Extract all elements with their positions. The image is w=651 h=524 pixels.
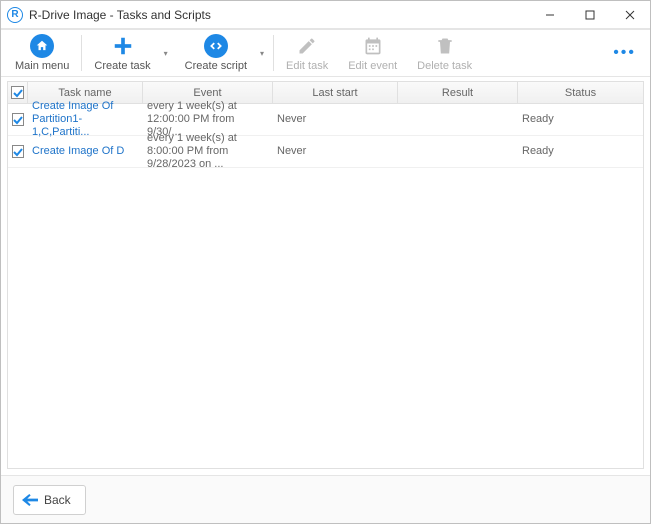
row-status: Ready: [518, 145, 643, 158]
row-status: Ready: [518, 113, 643, 126]
header-result[interactable]: Result: [398, 82, 518, 103]
row-event: every 1 week(s) at 8:00:00 PM from 9/28/…: [143, 132, 273, 171]
plus-icon: [112, 34, 134, 58]
create-task-label: Create task: [94, 60, 150, 72]
minimize-button[interactable]: [530, 1, 570, 28]
row-last: Never: [273, 145, 398, 158]
back-label: Back: [44, 493, 71, 507]
delete-task-label: Delete task: [417, 60, 472, 72]
calendar-icon: [363, 34, 383, 58]
create-task-button[interactable]: Create task: [84, 30, 160, 76]
edit-task-label: Edit task: [286, 60, 328, 72]
header-status[interactable]: Status: [518, 82, 643, 103]
footer: Back: [1, 475, 650, 523]
row-check[interactable]: [8, 113, 28, 126]
separator: [273, 35, 274, 71]
header-check[interactable]: [8, 82, 28, 103]
tasks-grid[interactable]: Task name Event Last start Result Status…: [7, 81, 644, 469]
more-button[interactable]: •••: [603, 44, 646, 62]
delete-task-button[interactable]: Delete task: [407, 30, 482, 76]
pencil-icon: [297, 34, 317, 58]
check-icon: [11, 86, 24, 99]
row-name[interactable]: Create Image Of D: [28, 145, 143, 158]
maximize-button[interactable]: [570, 1, 610, 28]
create-script-dropdown[interactable]: ▾: [257, 49, 267, 58]
home-icon: [30, 34, 54, 58]
row-name[interactable]: Create Image Of Partition1-1,C,Partiti..…: [28, 100, 143, 139]
main-menu-button[interactable]: Main menu: [5, 30, 79, 76]
edit-event-label: Edit event: [348, 60, 397, 72]
header-last-start[interactable]: Last start: [273, 82, 398, 103]
check-icon: [12, 113, 24, 126]
create-task-dropdown[interactable]: ▾: [161, 49, 171, 58]
window-title: R-Drive Image - Tasks and Scripts: [29, 8, 530, 22]
row-check[interactable]: [8, 145, 28, 158]
table-row[interactable]: Create Image Of D every 1 week(s) at 8:0…: [8, 136, 643, 168]
edit-event-button[interactable]: Edit event: [338, 30, 407, 76]
close-button[interactable]: [610, 1, 650, 28]
create-script-label: Create script: [185, 60, 247, 72]
back-button[interactable]: Back: [13, 485, 86, 515]
app-icon: R: [7, 7, 23, 23]
main-menu-label: Main menu: [15, 60, 69, 72]
edit-task-button[interactable]: Edit task: [276, 30, 338, 76]
create-script-button[interactable]: Create script: [175, 30, 257, 76]
row-last: Never: [273, 113, 398, 126]
title-bar: R R-Drive Image - Tasks and Scripts: [1, 1, 650, 29]
arrow-left-icon: [22, 494, 38, 506]
check-icon: [12, 145, 24, 158]
separator: [81, 35, 82, 71]
toolbar: Main menu Create task ▾ Create script ▾ …: [1, 29, 650, 77]
script-icon: [204, 34, 228, 58]
trash-icon: [435, 34, 455, 58]
table-row[interactable]: Create Image Of Partition1-1,C,Partiti..…: [8, 104, 643, 136]
window-controls: [530, 1, 650, 28]
content-area: Task name Event Last start Result Status…: [1, 77, 650, 475]
